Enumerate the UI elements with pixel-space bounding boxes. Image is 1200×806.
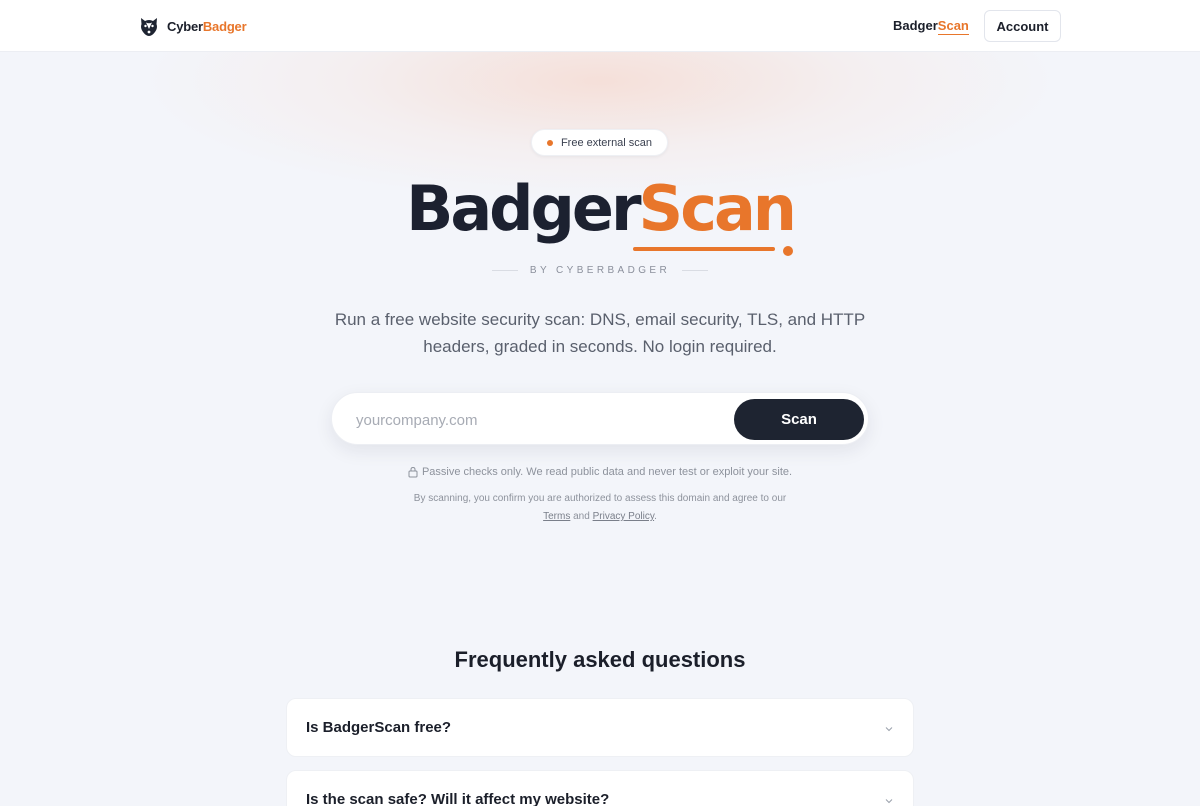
hero-subtitle: Run a free website security scan: DNS, e… — [334, 310, 866, 356]
passive-checks-notice: Passive checks only. We read public data… — [300, 466, 900, 478]
hero-underline-decoration — [633, 247, 775, 251]
terms-link[interactable]: Terms — [543, 511, 570, 522]
faq-question: Is BadgerScan free? — [306, 719, 452, 736]
byline: BY CYBERBADGER — [480, 263, 720, 277]
scan-form: Scan — [331, 392, 869, 445]
faq-item-free[interactable]: Is BadgerScan free? — [286, 698, 914, 757]
passive-checks-text: Passive checks only. We read public data… — [421, 466, 793, 478]
free-scan-badge-label: Free external scan — [560, 136, 653, 149]
brand-name: CyberBadger — [167, 18, 247, 34]
brand-link[interactable]: CyberBadger — [138, 15, 247, 37]
faq-item-safe[interactable]: Is the scan safe? Will it affect my webs… — [286, 770, 914, 806]
free-scan-badge: Free external scan — [531, 129, 668, 156]
lock-icon — [408, 466, 418, 478]
byline-text: BY CYBERBADGER — [529, 264, 671, 276]
chevron-down-icon — [885, 799, 893, 804]
legal-prefix: By scanning, you confirm you are authori… — [413, 493, 787, 504]
nav-product-name-accent: Scan — [937, 18, 969, 35]
account-button[interactable]: Account — [984, 10, 1061, 42]
legal-period: . — [654, 511, 657, 522]
legal-and: and — [573, 511, 590, 522]
badger-logo-icon — [141, 18, 157, 36]
status-dot-icon — [546, 139, 553, 146]
chevron-down-icon — [885, 727, 893, 732]
legal-disclaimer: By scanning, you confirm you are authori… — [340, 490, 860, 526]
faq-question: Is the scan safe? Will it affect my webs… — [306, 791, 610, 806]
domain-input[interactable] — [356, 407, 726, 433]
hero-underline-dot — [783, 246, 793, 256]
nav-product-name-dark: Badger — [893, 18, 938, 33]
faq-title: Frequently asked questions — [454, 647, 746, 672]
scan-button[interactable]: Scan — [734, 399, 864, 440]
hero-logo-title: BadgerScan — [406, 172, 797, 245]
privacy-policy-link[interactable]: Privacy Policy — [593, 511, 655, 522]
nav-badgerscan-link[interactable]: BadgerScan — [893, 18, 969, 35]
top-navigation-bar: CyberBadger BadgerScan Account — [0, 0, 1200, 52]
